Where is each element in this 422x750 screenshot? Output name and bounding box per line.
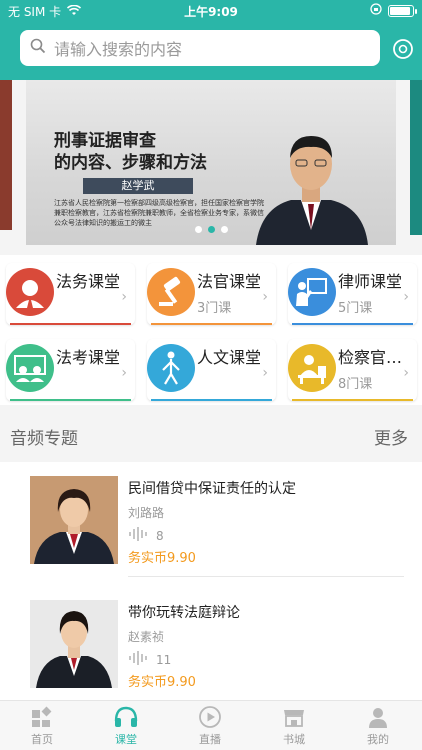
bottom-tab-bar: 首页 课堂 直播 书城 我的 — [0, 700, 422, 750]
banner-speaker: 赵学武 — [83, 178, 193, 194]
category-label: 检察官… — [338, 348, 403, 367]
category-card-humanities[interactable]: 人文课堂 › — [147, 339, 276, 401]
category-label: 法官课堂 — [197, 272, 262, 291]
scan-icon[interactable] — [392, 38, 414, 60]
banner-next-peek[interactable] — [410, 80, 422, 235]
gavel-icon — [147, 268, 195, 316]
chevron-right-icon: › — [403, 365, 409, 381]
audio-title: 带你玩转法庭辩论 — [128, 605, 240, 621]
category-underline — [292, 399, 413, 401]
tab-live[interactable]: 直播 — [168, 705, 252, 750]
search-input[interactable]: 请输入搜索的内容 — [54, 36, 182, 60]
category-card-judge[interactable]: 法官课堂 3门课 › — [147, 263, 276, 325]
divider — [128, 576, 404, 577]
banner-description: 江苏省人民检察院第一检察部四级高级检察官，担任国家检察官学院兼职检察教官，江苏省… — [54, 199, 264, 227]
carousel-dot[interactable] — [220, 226, 228, 233]
list-item[interactable]: 民间借贷中保证责任的认定 刘路路 8 务实币9.90 — [0, 462, 422, 580]
desk-icon — [288, 344, 336, 392]
headphones-icon — [114, 706, 138, 727]
category-label: 法考课堂 — [56, 348, 121, 367]
chevron-right-icon: › — [121, 289, 127, 305]
audio-list: 民间借贷中保证责任的认定 刘路路 8 务实币9.90 带你玩转法庭辩论 赵素祯 — [0, 462, 422, 702]
tab-label: 首页 — [31, 733, 53, 746]
section-header-audio: 音频专题 更多 — [0, 414, 422, 458]
search-bar[interactable]: 请输入搜索的内容 — [20, 30, 380, 66]
chevron-right-icon: › — [262, 365, 268, 381]
tab-bookstore[interactable]: 书城 — [252, 705, 336, 750]
play-icon — [199, 706, 221, 728]
home-icon — [32, 706, 52, 727]
chevron-right-icon: › — [121, 365, 127, 381]
status-bar: 无 SIM 卡 上午9:09 — [0, 0, 422, 22]
carousel-dot[interactable] — [194, 226, 202, 233]
play-count: 8 — [156, 528, 164, 543]
category-underline — [10, 323, 131, 325]
category-card-prosecutor[interactable]: 检察官… 8门课 › — [288, 339, 417, 401]
category-underline — [10, 399, 131, 401]
audio-plays: 8 — [128, 526, 164, 545]
lecture-icon — [288, 268, 336, 316]
waveform-icon — [128, 526, 148, 545]
audio-plays: 11 — [128, 650, 171, 669]
chevron-right-icon: › — [262, 289, 268, 305]
banner-title-line2: 的内容、步骤和方法 — [54, 153, 207, 173]
tab-profile[interactable]: 我的 — [336, 705, 420, 750]
category-grid: 法务课堂 › 法官课堂 3门课 › 律师课堂 5门课 › 法考课堂 › 人文课堂… — [0, 255, 422, 405]
app-root: 无 SIM 卡 上午9:09 请输入搜索的内容 刑事证据审查 的内容、步骤和方法… — [0, 0, 422, 750]
tab-label: 书城 — [283, 733, 305, 746]
tab-label: 我的 — [367, 733, 389, 746]
header-bar: 无 SIM 卡 上午9:09 请输入搜索的内容 — [0, 0, 422, 80]
banner-prev-peek[interactable] — [0, 80, 12, 230]
tab-classroom[interactable]: 课堂 — [84, 705, 168, 750]
category-count: 5门课 — [338, 301, 373, 316]
list-item[interactable]: 带你玩转法庭辩论 赵素祯 11 务实币9.90 — [0, 586, 422, 704]
audio-title: 民间借贷中保证责任的认定 — [128, 481, 296, 497]
audio-author: 赵素祯 — [128, 630, 165, 644]
audio-price: 务实币9.90 — [128, 551, 196, 566]
profile-icon — [369, 708, 387, 728]
store-icon — [284, 710, 304, 727]
more-link[interactable]: 更多 — [374, 424, 408, 449]
tab-home[interactable]: 首页 — [0, 705, 84, 750]
people-icon — [6, 344, 54, 392]
carousel-dot-active[interactable] — [207, 226, 215, 233]
category-underline — [151, 399, 272, 401]
category-card-bar-exam[interactable]: 法考课堂 › — [6, 339, 135, 401]
category-underline — [292, 323, 413, 325]
category-label: 法务课堂 — [56, 272, 121, 291]
category-card-lawyer[interactable]: 律师课堂 5门课 › — [288, 263, 417, 325]
category-label: 律师课堂 — [338, 272, 403, 291]
status-time: 上午9:09 — [184, 5, 238, 19]
orientation-lock-icon — [370, 3, 382, 18]
category-label: 人文课堂 — [197, 348, 262, 367]
chevron-right-icon: › — [403, 289, 409, 305]
banner-slide[interactable]: 刑事证据审查 的内容、步骤和方法 赵学武 江苏省人民检察院第一检察部四级高级检察… — [26, 80, 396, 245]
audio-price: 务实币9.90 — [128, 675, 196, 690]
category-count: 8门课 — [338, 377, 373, 392]
carousel-dots — [26, 226, 396, 233]
play-count: 11 — [156, 652, 172, 667]
waveform-icon — [128, 650, 148, 669]
section-title: 音频专题 — [10, 429, 78, 449]
battery-icon — [388, 4, 417, 17]
lecturer-photo — [30, 476, 118, 564]
category-underline — [151, 323, 272, 325]
judge-icon — [6, 268, 54, 316]
tab-label: 直播 — [199, 733, 221, 746]
category-count: 3门课 — [197, 301, 232, 316]
banner-title: 刑事证据审查 的内容、步骤和方法 — [54, 130, 207, 174]
audio-author: 刘路路 — [128, 506, 165, 520]
banner-title-line1: 刑事证据审查 — [54, 131, 156, 151]
search-icon — [30, 38, 46, 58]
category-card-law-affairs[interactable]: 法务课堂 › — [6, 263, 135, 325]
lecturer-photo — [30, 600, 118, 688]
status-right — [370, 3, 417, 18]
body-icon — [147, 344, 195, 392]
tab-label: 课堂 — [115, 733, 137, 746]
